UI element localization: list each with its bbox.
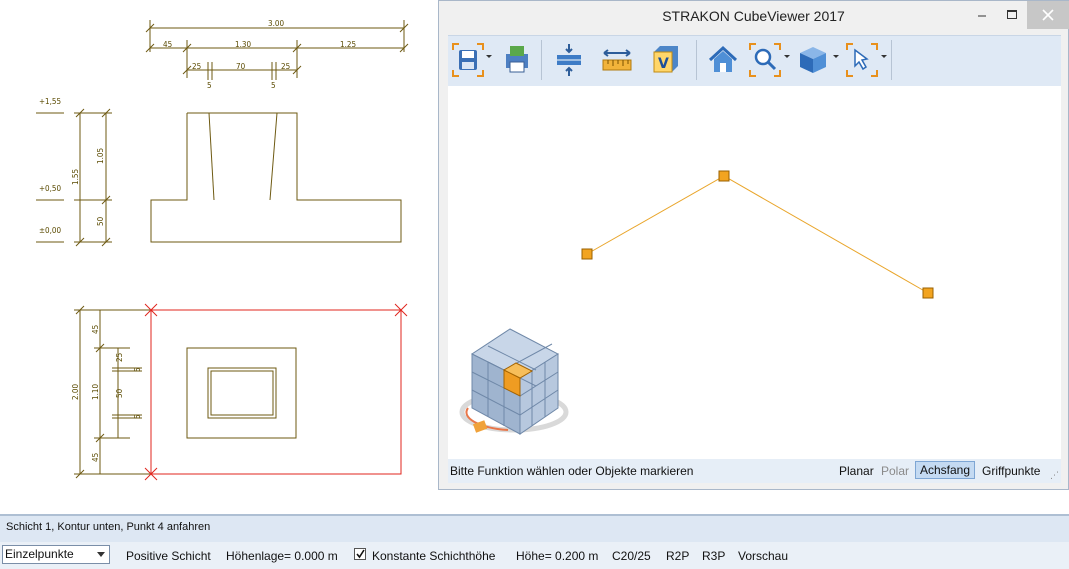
chevron-down-icon bbox=[97, 552, 105, 557]
select-dropdown-icon[interactable] bbox=[881, 55, 887, 58]
dim-text: 2.00 bbox=[71, 384, 80, 400]
point-marker[interactable] bbox=[718, 170, 730, 182]
toolbar-separator bbox=[696, 40, 697, 80]
navigation-cube-icon[interactable] bbox=[459, 328, 569, 435]
print-icon[interactable] bbox=[502, 42, 532, 78]
concrete-class[interactable]: C20/25 bbox=[612, 549, 651, 563]
dim-text: 5 bbox=[271, 81, 276, 90]
mode-select[interactable]: Einzelpunkte bbox=[2, 545, 110, 564]
hoehenlage-field[interactable]: Höhenlage= 0.000 m bbox=[226, 549, 338, 563]
status-hint: Bitte Funktion wählen oder Objekte marki… bbox=[450, 464, 694, 478]
zoom-dropdown-icon[interactable] bbox=[784, 55, 790, 58]
dim-text: 25 bbox=[192, 62, 201, 71]
section-icon[interactable] bbox=[552, 42, 586, 78]
toolbar: V bbox=[448, 35, 1061, 86]
cubeviewer-window[interactable]: STRAKON CubeViewer 2017 V Bitte Funktion… bbox=[438, 0, 1069, 490]
griffpunkte-toggle[interactable]: Griffpunkte bbox=[978, 463, 1044, 479]
r2p-option[interactable]: R2P bbox=[666, 549, 689, 563]
dim-text: 1.30 bbox=[235, 40, 251, 49]
point-marker[interactable] bbox=[581, 248, 593, 260]
property-bar: Einzelpunkte Positive Schicht Höhenlage=… bbox=[0, 542, 1069, 569]
save-dropdown-icon[interactable] bbox=[486, 55, 492, 58]
checkmark-icon bbox=[356, 549, 365, 559]
zoom-icon[interactable] bbox=[748, 42, 782, 78]
titlebar[interactable]: STRAKON CubeViewer 2017 bbox=[439, 1, 1069, 31]
elevation-text: +1,55 bbox=[39, 97, 61, 106]
dim-text: 25 bbox=[281, 62, 290, 71]
render-cube-icon[interactable] bbox=[796, 42, 830, 78]
3d-viewport[interactable] bbox=[448, 86, 1061, 459]
positive-layer-option[interactable]: Positive Schicht bbox=[126, 549, 211, 563]
close-icon bbox=[1042, 9, 1054, 21]
dim-text: 45 bbox=[91, 453, 100, 462]
close-button[interactable] bbox=[1027, 1, 1069, 29]
dim-text: 5 bbox=[133, 414, 142, 419]
maximize-button[interactable] bbox=[997, 1, 1027, 29]
dim-text: 50 bbox=[96, 216, 105, 226]
3d-scene[interactable] bbox=[448, 86, 1061, 459]
svg-text:V: V bbox=[658, 56, 669, 72]
mode-select-value: Einzelpunkte bbox=[5, 547, 74, 561]
home-icon[interactable] bbox=[706, 42, 740, 78]
measure-icon[interactable] bbox=[600, 42, 634, 78]
command-message: Schicht 1, Kontur unten, Punkt 4 anfahre… bbox=[6, 521, 211, 533]
dim-text: 1.25 bbox=[340, 40, 356, 49]
cad-drawing[interactable]: 3.00 45 1.30 1.25 25 70 25 5 5 +1,55 +0,… bbox=[0, 0, 437, 512]
minimize-icon bbox=[978, 15, 986, 17]
resize-grip-icon[interactable]: ⋰ bbox=[1050, 470, 1059, 481]
point-marker[interactable] bbox=[922, 287, 934, 299]
maximize-icon bbox=[1007, 10, 1017, 19]
dim-text: 5 bbox=[133, 367, 142, 372]
dim-text: 1.55 bbox=[71, 169, 80, 185]
dim-text: 45 bbox=[91, 325, 100, 334]
elevation-text: +0,50 bbox=[39, 184, 61, 193]
minimize-button[interactable] bbox=[967, 1, 997, 29]
konstante-label[interactable]: Konstante Schichthöhe bbox=[372, 549, 495, 563]
save-icon[interactable] bbox=[451, 42, 485, 78]
polar-toggle[interactable]: Polar bbox=[877, 463, 913, 479]
toolbar-separator bbox=[541, 40, 542, 80]
bottom-panel: Schicht 1, Kontur unten, Punkt 4 anfahre… bbox=[0, 514, 1069, 569]
konstante-checkbox[interactable] bbox=[354, 548, 366, 560]
elevation-text: ±0,00 bbox=[39, 226, 61, 235]
viewer-statusbar: Bitte Funktion wählen oder Objekte marki… bbox=[448, 459, 1061, 483]
render-dropdown-icon[interactable] bbox=[833, 55, 839, 58]
select-arrow-icon[interactable] bbox=[845, 42, 879, 78]
dim-text: 1.10 bbox=[91, 384, 100, 400]
dim-text: 1.05 bbox=[96, 148, 105, 164]
view-cube-icon[interactable]: V bbox=[648, 42, 682, 78]
preview-option[interactable]: Vorschau bbox=[738, 549, 788, 563]
dim-text: 70 bbox=[236, 62, 246, 71]
hoehe-field[interactable]: Höhe= 0.200 m bbox=[516, 549, 598, 563]
dim-text: 45 bbox=[163, 40, 172, 49]
dim-text: 25 bbox=[115, 353, 124, 362]
planar-toggle[interactable]: Planar bbox=[835, 463, 878, 479]
achsfang-toggle[interactable]: Achsfang bbox=[915, 461, 976, 479]
dim-text: 50 bbox=[115, 388, 124, 398]
toolbar-separator bbox=[891, 40, 892, 80]
dim-text: 5 bbox=[207, 81, 212, 90]
dim-text: 3.00 bbox=[268, 19, 284, 28]
r3p-option[interactable]: R3P bbox=[702, 549, 725, 563]
